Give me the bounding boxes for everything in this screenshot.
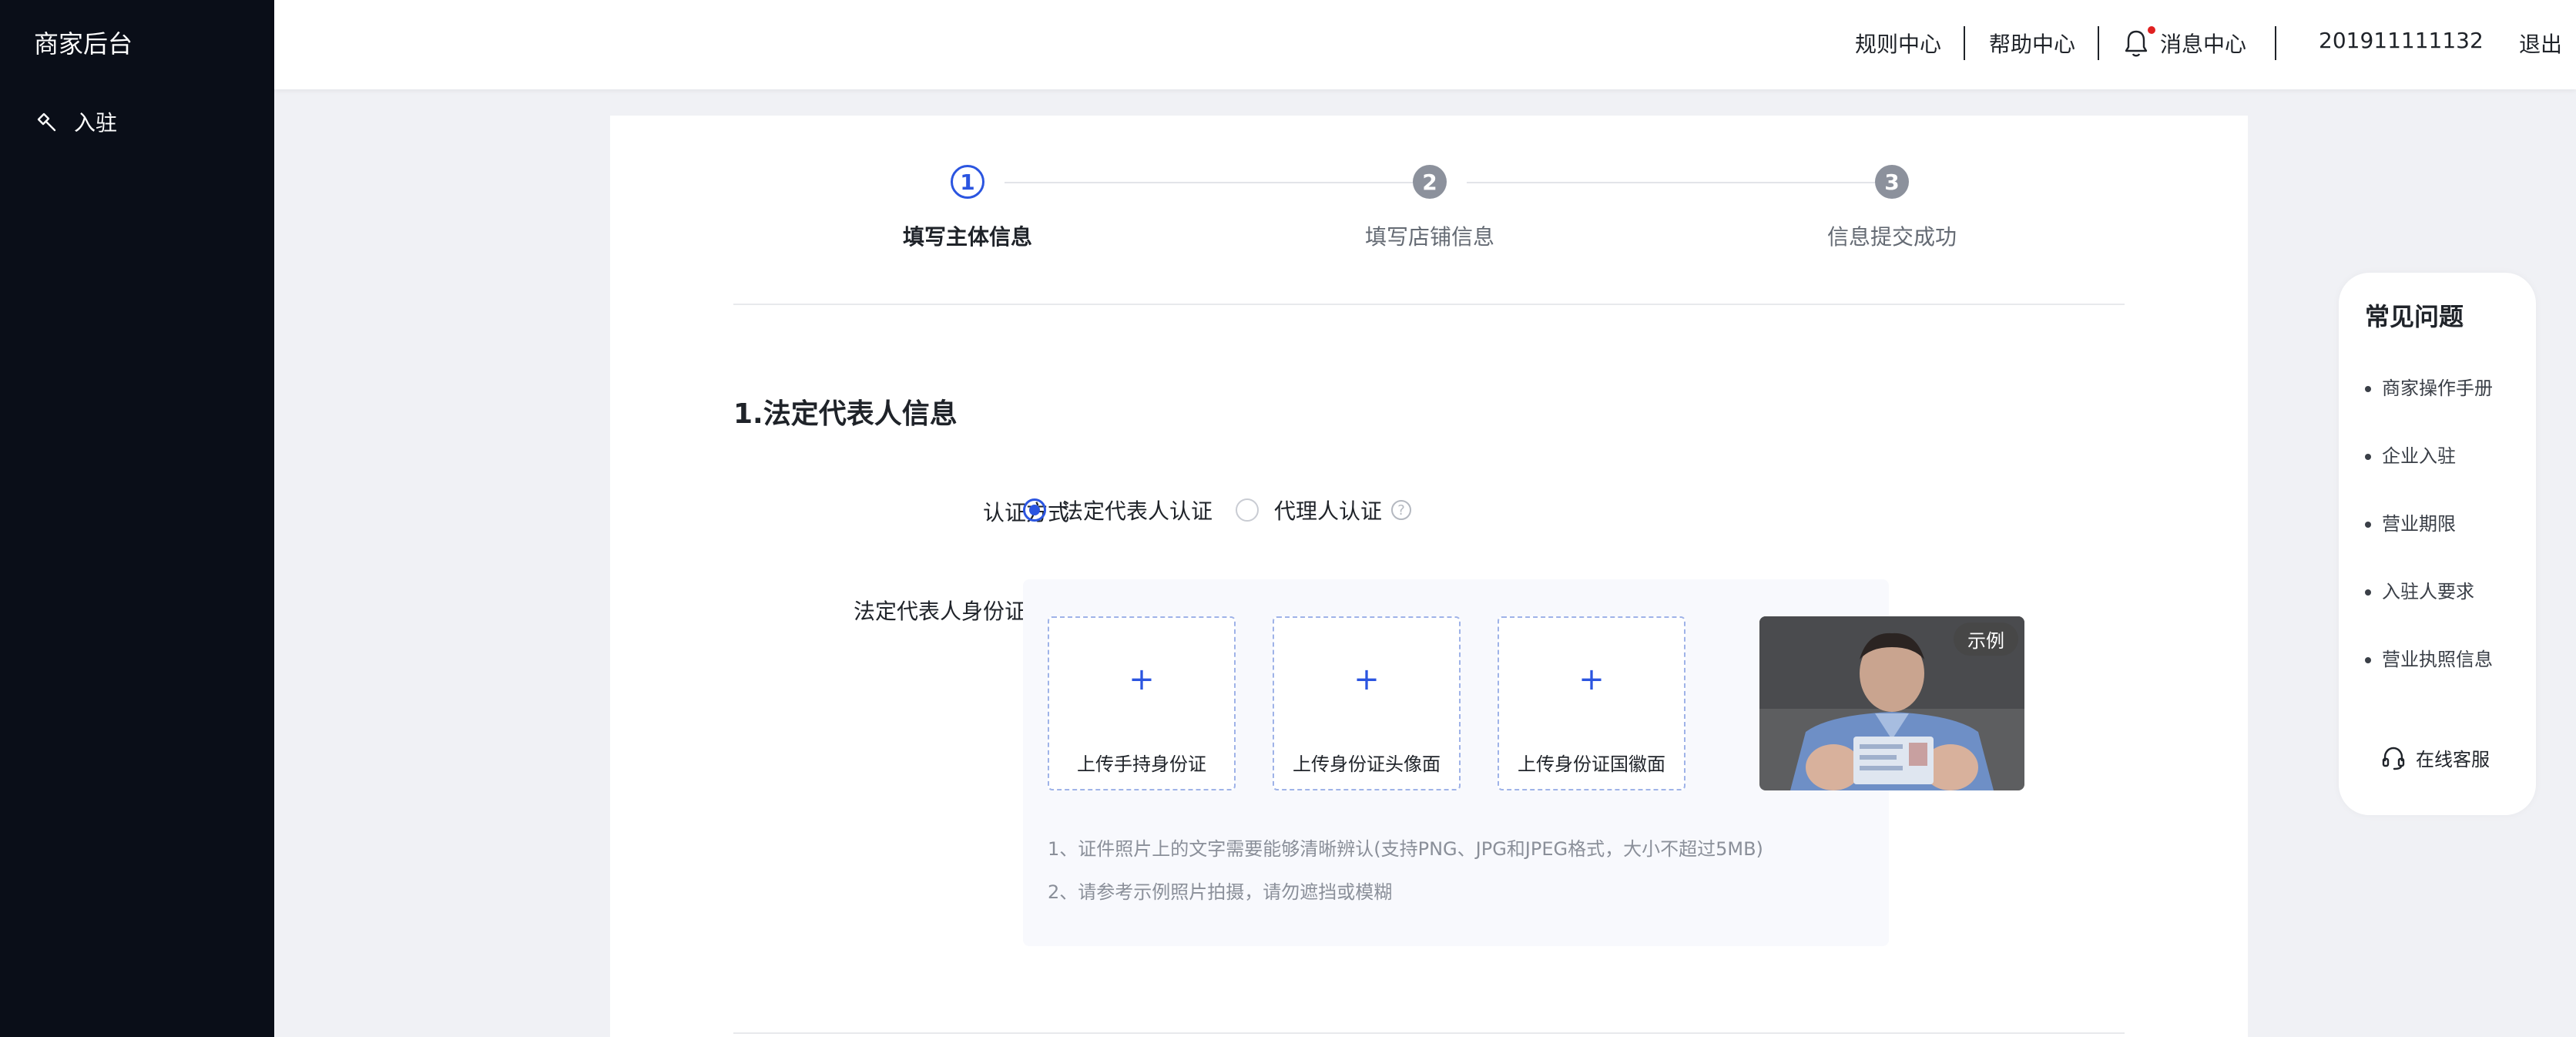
divider [733,304,2125,305]
step-3-label: 信息提交成功 [1826,224,1957,250]
top-bar: 规则中心 帮助中心 消息中心 201911111132 退出 [274,0,2576,89]
notification-dot [2148,26,2155,34]
faq-item-label: 商家操作手册 [2382,378,2493,399]
faq-item-manual[interactable]: 商家操作手册 [2365,373,2493,400]
upload-note-1: 1、证件照片上的文字需要能够清晰辨认(支持PNG、JPG和JPEG格式，大小不超… [1048,838,1763,860]
step-connector [1005,182,1419,183]
divider [733,1032,2125,1034]
online-service-button[interactable]: 在线客服 [2380,744,2490,771]
bullet-icon [2365,589,2371,596]
step-2-label: 填写店铺信息 [1364,224,1494,250]
faq-panel: 常见问题 商家操作手册 企业入驻 营业期限 入驻人要求 营业执照信息 在线客服 [2339,273,2536,815]
bullet-icon [2365,386,2371,392]
sidebar-item-label: 入驻 [74,110,118,136]
bullet-icon [2365,454,2371,460]
upload-panel: + 上传手持身份证 + 上传身份证头像面 + 上传身份证国徽面 示例 1、证件照… [1023,579,2024,946]
brand-title: 商家后台 [34,29,133,59]
plus-icon: + [1129,662,1155,697]
step-3-circle: 3 [1875,165,1909,199]
bullet-icon [2365,657,2371,663]
sidebar: 商家后台 入驻 [0,0,274,1037]
faq-item-license-info[interactable]: 营业执照信息 [2365,644,2493,671]
divider [2275,26,2276,60]
step-1-circle: 1 [951,165,984,199]
hammer-icon [37,112,56,132]
upload-id-back[interactable]: + 上传身份证国徽面 [1498,616,1685,790]
plus-icon: + [1578,662,1605,697]
faq-item-requirements[interactable]: 入驻人要求 [2365,576,2474,603]
faq-title: 常见问题 [2365,302,2464,331]
sample-tag: 示例 [1954,623,2018,656]
section-title: 1.法定代表人信息 [733,398,958,430]
main-card: 1 填写主体信息 2 填写店铺信息 3 信息提交成功 1.法定代表人信息 认证方… [610,116,2248,1037]
faq-item-business-term[interactable]: 营业期限 [2365,508,2456,535]
faq-item-label: 企业入驻 [2382,445,2456,467]
faq-item-enterprise[interactable]: 企业入驻 [2365,441,2456,468]
sample-photo: 示例 [1759,616,2024,790]
radio-checked-icon [1023,498,1046,522]
step-1-label: 填写主体信息 [902,224,1032,250]
upload-id-front[interactable]: + 上传身份证头像面 [1273,616,1461,790]
faq-item-label: 入驻人要求 [2382,581,2474,602]
radio-legal-rep[interactable]: 法定代表人认证 [1023,495,1213,525]
help-icon[interactable]: ? [1391,500,1412,520]
logout-link[interactable]: 退出 [2519,28,2562,59]
help-center-link[interactable]: 帮助中心 [1989,28,2075,59]
radio-label: 法定代表人认证 [1062,498,1213,524]
headset-icon [2382,747,2405,770]
upload-handheld-id[interactable]: + 上传手持身份证 [1048,616,1236,790]
plus-icon: + [1353,662,1380,697]
step-2-circle: 2 [1413,165,1447,199]
radio-label: 代理人认证 [1274,498,1383,524]
sidebar-item-onboarding[interactable]: 入驻 [34,106,117,137]
upload-label: 上传手持身份证 [1077,753,1206,775]
upload-label: 上传身份证国徽面 [1518,753,1665,775]
faq-item-label: 营业期限 [2382,513,2456,535]
message-center-link[interactable]: 消息中心 [2160,28,2246,59]
faq-item-label: 营业执照信息 [2382,649,2493,670]
rules-center-link[interactable]: 规则中心 [1855,28,1941,59]
divider [2098,26,2099,60]
radio-agent[interactable]: 代理人认证 ? [1236,495,1412,525]
service-label: 在线客服 [2416,749,2490,770]
step-connector [1467,182,1881,183]
upload-note-2: 2、请参考示例照片拍摄，请勿遮挡或模糊 [1048,881,1393,903]
radio-unchecked-icon [1236,498,1259,522]
upload-label: 上传身份证头像面 [1293,753,1441,775]
user-id[interactable]: 201911111132 [2319,28,2484,53]
bell-icon[interactable] [2123,28,2149,59]
divider [1964,26,1965,60]
bullet-icon [2365,522,2371,528]
